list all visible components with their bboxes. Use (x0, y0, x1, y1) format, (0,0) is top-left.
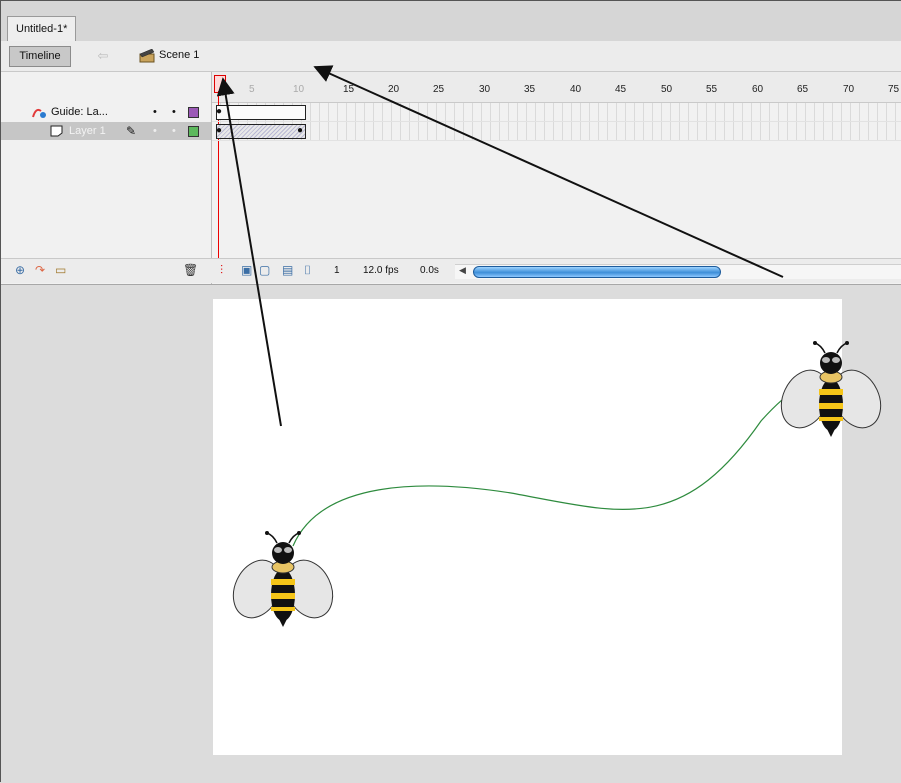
annotation-arrow (216, 77, 282, 427)
annotation-arrow (313, 65, 784, 278)
stage-artwork (216, 65, 891, 628)
bee-end (771, 340, 891, 438)
flash-document-window: Untitled-1* Timeline ⇦ Scene 1 👁 🔒 Guide… (0, 0, 901, 783)
bee-start (223, 530, 343, 628)
motion-guide-path (292, 378, 842, 547)
